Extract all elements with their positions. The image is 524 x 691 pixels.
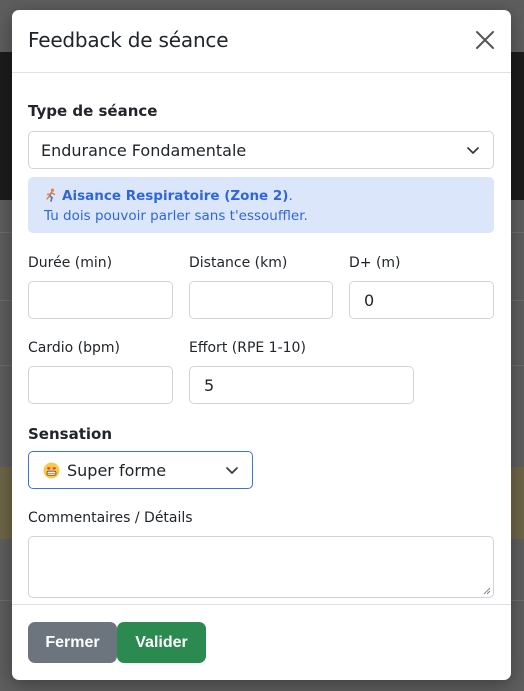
duration-input[interactable]	[28, 281, 173, 319]
elevation-input[interactable]: 0	[349, 281, 494, 319]
session-type-value: Endurance Fondamentale	[41, 141, 247, 160]
info-title: Aisance Respiratoire (Zone 2)	[62, 188, 289, 204]
close-icon	[476, 31, 494, 49]
submit-button[interactable]: Valider	[117, 622, 206, 663]
running-person-icon	[46, 188, 56, 202]
sensation-select[interactable]: Super forme	[28, 451, 253, 489]
grinning-face-icon	[43, 462, 60, 479]
heart-rate-input[interactable]	[28, 366, 173, 404]
close-modal-button[interactable]: Fermer	[28, 622, 117, 663]
session-info-box: Aisance Respiratoire (Zone 2). Tu dois p…	[28, 177, 494, 233]
modal-footer: Fermer Valider	[12, 604, 511, 680]
session-type-label: Type de séance	[28, 102, 158, 120]
comments-textarea[interactable]	[28, 536, 494, 598]
elevation-value: 0	[364, 291, 375, 310]
sensation-label: Sensation	[28, 425, 113, 443]
chevron-down-icon	[226, 467, 238, 474]
distance-input[interactable]	[189, 281, 333, 319]
modal-title: Feedback de séance	[28, 28, 229, 52]
info-title-suffix: .	[288, 188, 293, 204]
duration-label: Durée (min)	[28, 255, 113, 271]
sensation-value: Super forme	[67, 461, 167, 480]
modal-header: Feedback de séance	[12, 10, 511, 73]
close-button[interactable]	[473, 28, 497, 52]
chevron-down-icon	[467, 147, 479, 154]
resize-handle-icon[interactable]	[483, 587, 491, 595]
session-type-select[interactable]: Endurance Fondamentale	[28, 131, 494, 169]
effort-value: 5	[204, 376, 215, 395]
distance-label: Distance (km)	[189, 255, 288, 271]
effort-label: Effort (RPE 1-10)	[189, 340, 306, 356]
heart-rate-label: Cardio (bpm)	[28, 340, 120, 356]
elevation-label: D+ (m)	[349, 255, 401, 271]
info-text: Tu dois pouvoir parler sans t'essouffler…	[44, 208, 308, 224]
feedback-modal: Feedback de séance Type de séance Endura…	[12, 10, 511, 680]
comments-label: Commentaires / Détails	[28, 510, 193, 526]
effort-input[interactable]: 5	[189, 366, 414, 404]
